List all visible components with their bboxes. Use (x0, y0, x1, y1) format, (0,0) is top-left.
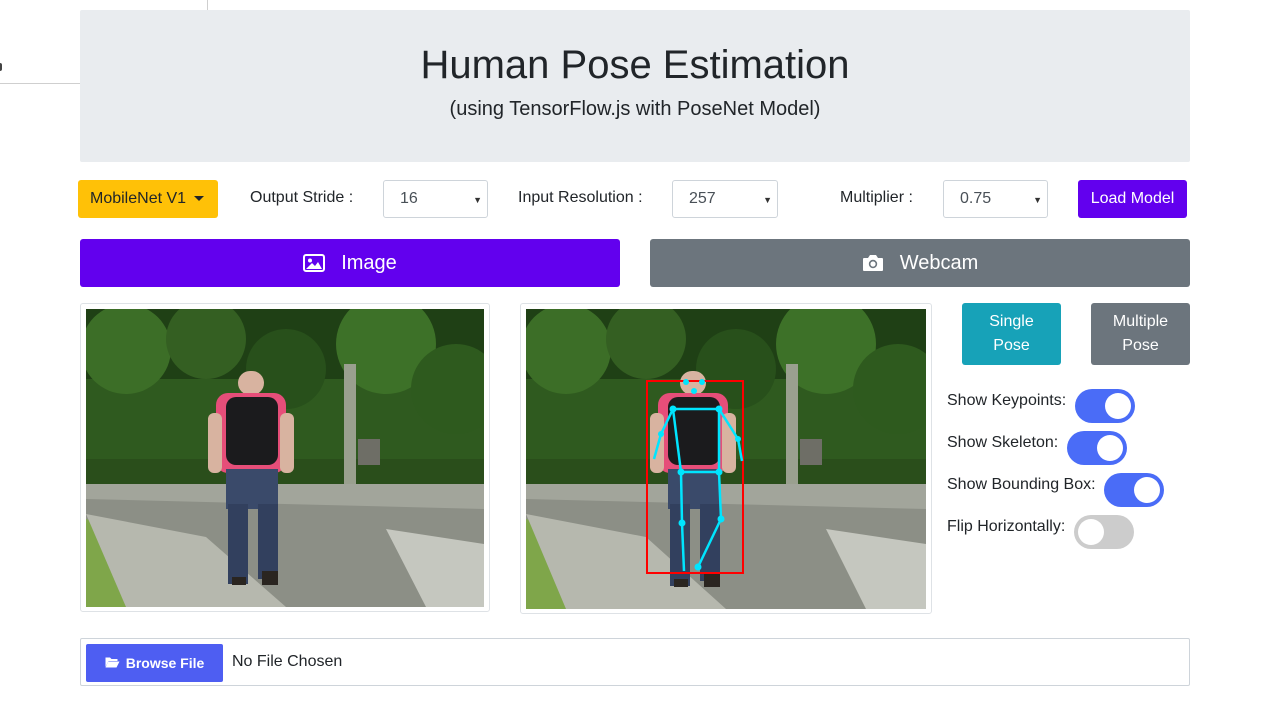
pose-output-canvas (526, 309, 926, 609)
page-subtitle: (using TensorFlow.js with PoseNet Model) (449, 98, 821, 120)
image-icon (303, 254, 326, 272)
model-controls: MobileNet V1 Output Stride : 16 ▼ Input … (0, 180, 1268, 218)
model-dropdown-label: MobileNet V1 (90, 190, 187, 207)
multiple-pose-label-line2: Pose (1122, 337, 1159, 354)
show-bounding-box-toggle[interactable] (1104, 473, 1164, 507)
toggle-knob (1134, 477, 1160, 503)
show-skeleton-toggle[interactable] (1067, 431, 1127, 465)
output-stride-label: Output Stride : (250, 189, 354, 206)
multiple-pose-button[interactable]: Multiple Pose (1091, 303, 1190, 365)
multiplier-select[interactable]: 0.75 ▼ (943, 180, 1048, 218)
toggle-knob (1078, 519, 1104, 545)
image-mode-label: Image (341, 251, 397, 274)
single-pose-label-line1: Single (989, 313, 1034, 330)
input-resolution-label: Input Resolution : (518, 189, 643, 206)
file-status-text: No File Chosen (232, 653, 343, 670)
webcam-mode-label: Webcam (899, 251, 979, 274)
output-stride-value: 16 (400, 190, 418, 207)
show-skeleton-label: Show Skeleton: (947, 434, 1059, 451)
input-image (86, 309, 484, 607)
multiplier-value: 0.75 (960, 190, 992, 207)
caret-down-icon (194, 196, 204, 201)
camera-icon (862, 254, 884, 272)
image-mode-button[interactable]: Image (80, 239, 620, 287)
input-resolution-value: 257 (689, 190, 716, 207)
select-arrow-icon: ▼ (473, 195, 482, 205)
multiplier-label: Multiplier : (840, 189, 913, 206)
file-upload-bar: Browse File No File Chosen (80, 638, 1190, 686)
input-image-frame (80, 303, 490, 612)
select-arrow-icon: ▼ (763, 195, 772, 205)
browse-file-button[interactable]: Browse File (86, 644, 223, 682)
page-title: Human Pose Estimation (420, 43, 850, 87)
browse-file-label: Browse File (125, 655, 205, 671)
flip-horizontally-label: Flip Horizontally: (947, 518, 1066, 535)
folder-open-icon (105, 655, 120, 671)
flip-horizontally-toggle[interactable] (1074, 515, 1134, 549)
show-keypoints-label: Show Keypoints: (947, 392, 1067, 409)
fragment-handle (0, 63, 2, 71)
toggle-knob (1097, 435, 1123, 461)
input-resolution-select[interactable]: 257 ▼ (672, 180, 778, 218)
output-image-frame (520, 303, 932, 614)
show-keypoints-toggle[interactable] (1075, 389, 1135, 423)
toggle-knob (1105, 393, 1131, 419)
load-model-button[interactable]: Load Model (1078, 180, 1187, 218)
model-dropdown-button[interactable]: MobileNet V1 (78, 180, 218, 218)
output-stride-select[interactable]: 16 ▼ (383, 180, 488, 218)
select-arrow-icon: ▼ (1033, 195, 1042, 205)
single-pose-button[interactable]: Single Pose (962, 303, 1061, 365)
hero-banner: Human Pose Estimation (using TensorFlow.… (80, 10, 1190, 162)
show-bounding-box-label: Show Bounding Box: (947, 476, 1096, 493)
multiple-pose-label-line1: Multiple (1112, 313, 1169, 330)
single-pose-label-line2: Pose (993, 337, 1030, 354)
webcam-mode-button[interactable]: Webcam (650, 239, 1190, 287)
